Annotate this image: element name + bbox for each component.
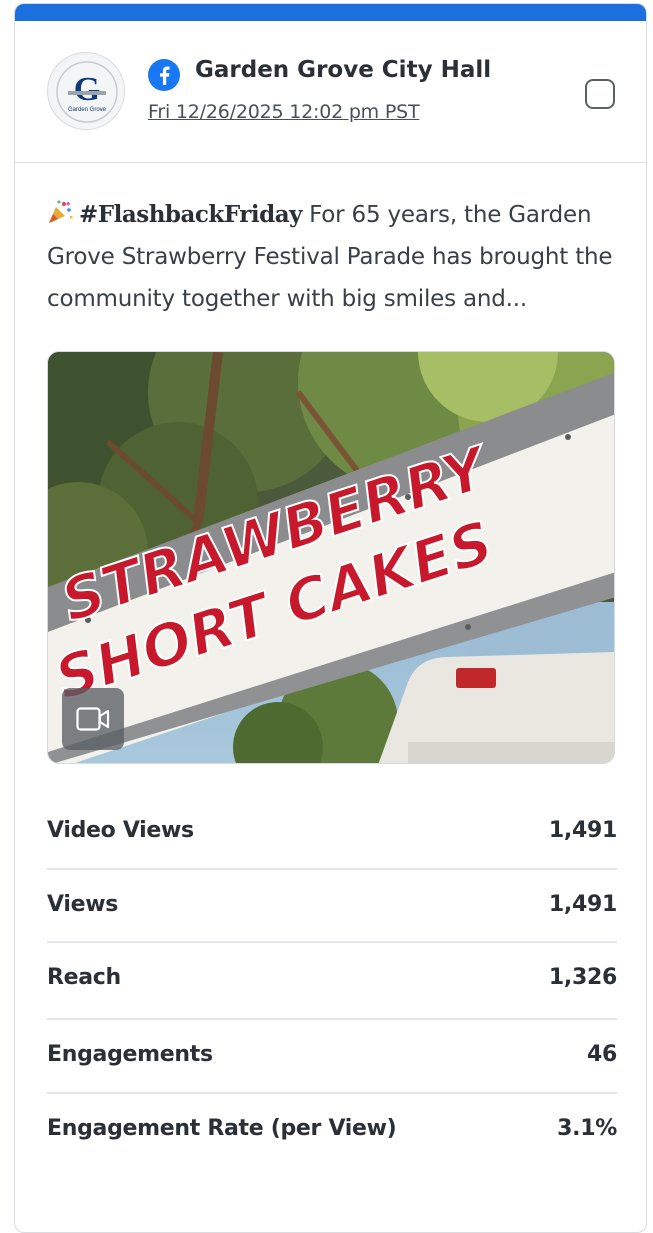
metric-value: 1,491 bbox=[548, 818, 617, 843]
media-image: STRAWBERRY SHORT CAKES bbox=[48, 352, 614, 763]
metric-value: 3.1% bbox=[557, 1116, 617, 1141]
account-avatar[interactable]: G Garden Grove bbox=[47, 52, 125, 130]
avatar-letter: G bbox=[74, 71, 100, 108]
caption-hashtag[interactable]: #FlashbackFriday bbox=[79, 201, 302, 228]
metric-row-engagement-rate: Engagement Rate (per View) 3.1% bbox=[47, 1094, 617, 1167]
post-date-link[interactable]: Fri 12/26/2025 12:02 pm PST bbox=[148, 101, 420, 123]
card-accent-bar bbox=[15, 4, 646, 21]
metric-label: Video Views bbox=[47, 818, 194, 843]
metric-row-reach: Reach 1,326 bbox=[47, 943, 617, 1020]
avatar-subtext: Garden Grove bbox=[68, 107, 107, 113]
post-caption: #FlashbackFriday For 65 years, the Garde… bbox=[47, 194, 613, 320]
metric-label: Views bbox=[47, 892, 119, 917]
metric-value: 46 bbox=[586, 1042, 617, 1067]
select-post-checkbox[interactable] bbox=[585, 79, 615, 109]
metric-label: Engagement Rate (per View) bbox=[47, 1116, 397, 1141]
metric-row-video-views: Video Views 1,491 bbox=[47, 796, 617, 870]
metric-label: Engagements bbox=[47, 1042, 213, 1067]
facebook-icon bbox=[148, 59, 180, 91]
metric-label: Reach bbox=[47, 965, 121, 990]
party-popper-icon bbox=[49, 200, 73, 223]
account-name[interactable]: Garden Grove City Hall bbox=[195, 57, 491, 83]
metric-row-views: Views 1,491 bbox=[47, 870, 617, 943]
metric-row-engagements: Engagements 46 bbox=[47, 1020, 617, 1094]
metric-value: 1,491 bbox=[548, 892, 617, 917]
video-badge bbox=[62, 688, 124, 750]
post-media-thumbnail[interactable]: STRAWBERRY SHORT CAKES bbox=[47, 351, 615, 764]
video-camera-icon bbox=[76, 707, 110, 731]
metrics-table: Video Views 1,491 Views 1,491 Reach 1,32… bbox=[47, 796, 617, 1167]
metric-value: 1,326 bbox=[548, 965, 617, 990]
post-card: G Garden Grove Garden Grove City Hall Fr… bbox=[14, 3, 647, 1233]
post-header: G Garden Grove Garden Grove City Hall Fr… bbox=[15, 21, 646, 163]
